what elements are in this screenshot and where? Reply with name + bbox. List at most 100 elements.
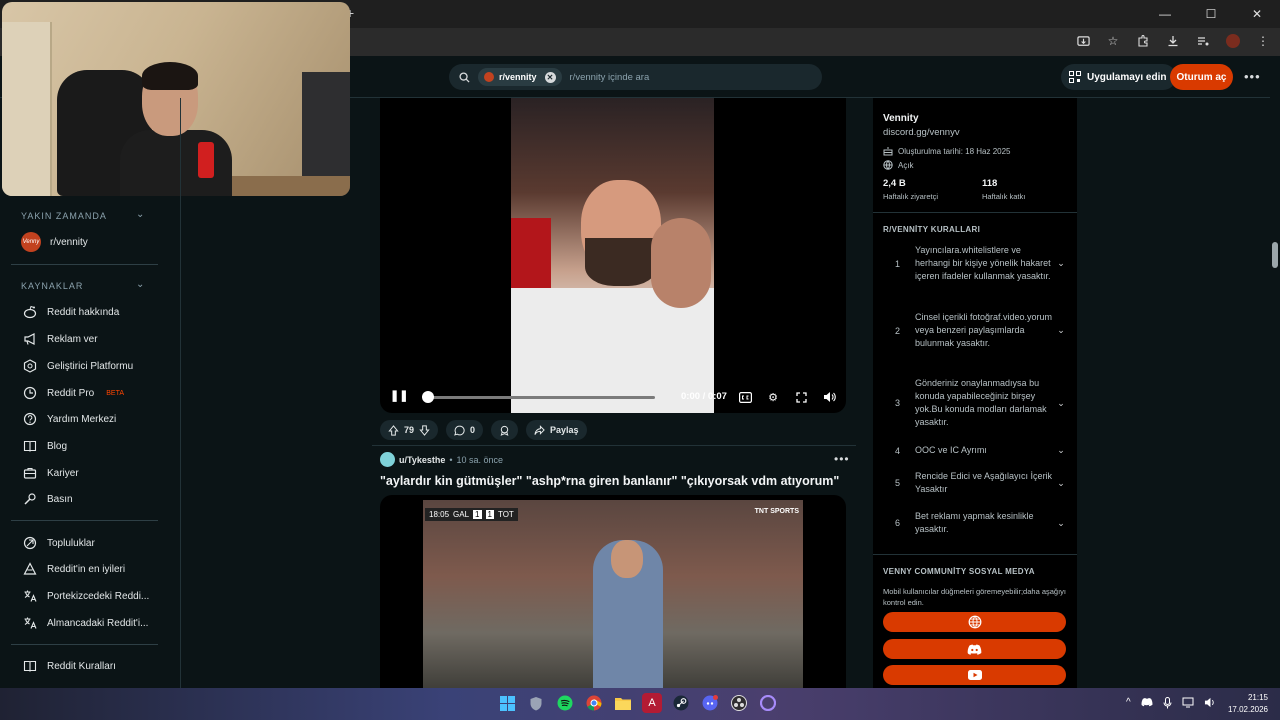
recent-section-title: YAKIN ZAMANDA: [21, 211, 107, 221]
more-options-icon[interactable]: •••: [1244, 69, 1261, 84]
chevron-up-icon[interactable]: ⌄: [136, 209, 144, 220]
start-icon[interactable]: [497, 693, 517, 713]
book-icon: [21, 438, 38, 455]
fullscreen-icon[interactable]: [793, 389, 809, 405]
minimize-button[interactable]: —: [1142, 0, 1188, 28]
upvote-icon[interactable]: [388, 424, 399, 436]
community-link[interactable]: discord.gg/vennyv: [883, 127, 960, 138]
pause-icon[interactable]: ❚❚: [390, 389, 408, 402]
clear-chip-icon[interactable]: ✕: [544, 71, 556, 83]
rule-item[interactable]: 4 OOC ve IC Ayrımı ⌄: [895, 444, 1070, 457]
share-button[interactable]: Paylaş: [526, 420, 587, 440]
page-scrollbar[interactable]: [1270, 56, 1280, 688]
rules-icon: [21, 658, 38, 675]
extensions-icon[interactable]: [1134, 32, 1152, 50]
clock[interactable]: 21:15 17.02.2026: [1226, 692, 1268, 716]
file-explorer-icon[interactable]: [613, 693, 633, 713]
user-avatar[interactable]: [380, 452, 395, 467]
sidebar-item-label: r/vennity: [50, 236, 88, 248]
search-bar[interactable]: r/vennity ✕ r/vennity içinde ara: [449, 64, 822, 90]
post-overflow-icon[interactable]: •••: [834, 452, 850, 466]
sidebar-item-reddit-pro[interactable]: Reddit Pro BETA: [21, 384, 124, 402]
video-scrubber-handle[interactable]: [422, 391, 434, 403]
install-app-icon[interactable]: [1074, 32, 1092, 50]
sidebar-item-label: Topluluklar: [47, 537, 95, 549]
discord-taskbar-icon[interactable]: [700, 693, 720, 713]
social-title: VENNY COMMUNİTY SOSYAL MEDYA: [883, 567, 1035, 576]
youtube-button[interactable]: [883, 665, 1066, 685]
browser-menu-icon[interactable]: ⋮: [1254, 32, 1272, 50]
video-controls: ❚❚ 0:00 / 0:07 ⚙: [380, 381, 846, 413]
captions-icon[interactable]: [737, 389, 753, 405]
rule-item[interactable]: 1 Yayıncılara.whitelistlere ve herhangi …: [895, 244, 1070, 283]
subreddit-search-chip[interactable]: r/vennity ✕: [478, 68, 562, 86]
media-control-icon[interactable]: [1194, 32, 1212, 50]
sidebar-item-german[interactable]: Almancadaki Reddit'i...: [21, 614, 148, 632]
volume-icon[interactable]: [821, 389, 837, 405]
award-icon: [500, 425, 509, 436]
discord-tray-icon[interactable]: [1141, 697, 1153, 709]
translate-icon: [21, 588, 38, 605]
shield-app-icon[interactable]: [526, 693, 546, 713]
scrollbar-thumb[interactable]: [1272, 242, 1278, 268]
comments-button[interactable]: 0: [446, 420, 484, 440]
weekly-contrib-label: Haftalık katkı: [982, 192, 1026, 201]
resources-section-title: KAYNAKLAR: [21, 281, 84, 291]
discord-icon: [967, 644, 982, 655]
sidebar-item-communities[interactable]: Topluluklar: [21, 534, 95, 552]
sidebar-item-developer[interactable]: Geliştirici Platformu: [21, 357, 133, 375]
rule-item[interactable]: 6 Bet reklamı yapmak kesinlikle yasaktır…: [895, 510, 1070, 536]
chrome-icon[interactable]: [584, 693, 604, 713]
discord-button[interactable]: [883, 639, 1066, 659]
sidebar-item-advertise[interactable]: Reklam ver: [21, 330, 98, 348]
sidebar-item-help[interactable]: Yardım Merkezi: [21, 410, 116, 428]
sidebar-item-reddit-rules[interactable]: Reddit Kuralları: [21, 657, 116, 675]
sidebar-item-vennity[interactable]: Venny r/vennity: [21, 232, 88, 252]
award-button[interactable]: [491, 420, 519, 440]
rules-title: R/VENNİTY KURALLARI: [883, 225, 981, 234]
profile-avatar[interactable]: [1224, 32, 1242, 50]
chevron-down-icon: ⌄: [1057, 325, 1065, 335]
globe-icon: [968, 615, 981, 629]
network-icon[interactable]: [1182, 697, 1194, 709]
settings-gear-icon[interactable]: ⚙: [765, 389, 781, 405]
bookmark-star-icon[interactable]: ☆: [1104, 32, 1122, 50]
website-button[interactable]: [883, 612, 1066, 632]
comment-count: 0: [470, 425, 476, 435]
briefcase-icon: [21, 465, 38, 482]
rule-item[interactable]: 5 Rencide Edici ve Aşağılayıcı İçerik Ya…: [895, 470, 1070, 496]
app-circle-icon[interactable]: [758, 693, 778, 713]
system-tray: ^: [1126, 697, 1216, 709]
sidebar-item-about[interactable]: Reddit hakkında: [21, 303, 119, 321]
scorebug: 18:05 GAL 1 1 TOT: [425, 508, 518, 521]
chevron-up-icon[interactable]: ⌄: [136, 279, 144, 290]
rule-item[interactable]: 3 Gönderiniz onaylanmadıysa bu konuda ya…: [895, 377, 1070, 429]
video-player[interactable]: ❚❚ 0:00 / 0:07 ⚙: [380, 98, 846, 413]
downloads-icon[interactable]: [1164, 32, 1182, 50]
maximize-button[interactable]: ☐: [1188, 0, 1234, 28]
visibility: Açık: [883, 160, 914, 170]
microphone-tray-icon[interactable]: [1163, 697, 1172, 709]
login-button[interactable]: Oturum aç: [1170, 64, 1233, 90]
sidebar-item-press[interactable]: Basın: [21, 490, 73, 508]
sidebar-item-portuguese[interactable]: Portekizcedeki Reddi...: [21, 587, 149, 605]
steam-icon[interactable]: [671, 693, 691, 713]
spotify-icon[interactable]: [555, 693, 575, 713]
rule-item[interactable]: 2 Cinsel içerikli fotoğraf.video.yorum v…: [895, 311, 1070, 350]
downvote-icon[interactable]: [419, 424, 430, 436]
windows-taskbar: A ^ 21:15 17.02.2026: [0, 688, 1280, 720]
post-media[interactable]: 18:05 GAL 1 1 TOT TNT SPORTS: [380, 495, 846, 690]
sidebar-item-careers[interactable]: Kariyer: [21, 464, 79, 482]
sidebar-item-best-of[interactable]: Reddit'in en iyileri: [21, 560, 125, 578]
get-app-button[interactable]: Uygulamayı edin: [1061, 64, 1177, 90]
sidebar-item-blog[interactable]: Blog: [21, 437, 67, 455]
adobe-icon[interactable]: A: [642, 693, 662, 713]
video-progress-bar[interactable]: [425, 396, 655, 399]
obs-icon[interactable]: [729, 693, 749, 713]
chip-label: r/vennity: [499, 72, 537, 82]
post-title[interactable]: "aylardır kin gütmüşler" "ashp*rna giren…: [380, 474, 839, 488]
speaker-icon[interactable]: [1204, 697, 1216, 709]
post-author[interactable]: u/Tykesthe: [399, 455, 445, 465]
show-hidden-icons-icon[interactable]: ^: [1126, 697, 1131, 709]
close-window-button[interactable]: ✕: [1234, 0, 1280, 28]
